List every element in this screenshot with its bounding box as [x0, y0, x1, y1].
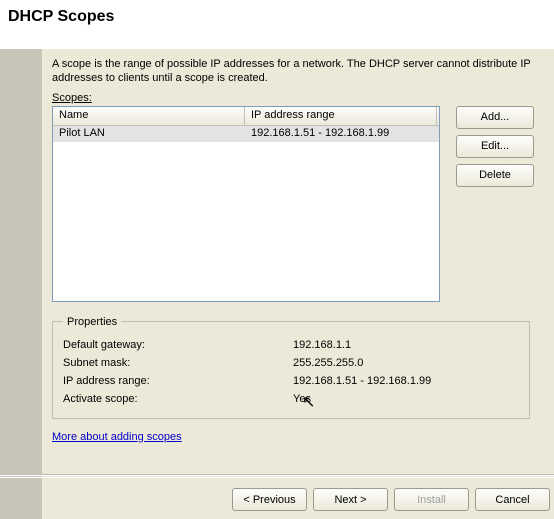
prop-label-gateway: Default gateway: [63, 336, 293, 354]
prop-value-gateway: 192.168.1.1 [293, 336, 351, 354]
prop-row-range: IP address range: 192.168.1.51 - 192.168… [63, 372, 519, 390]
page-title: DHCP Scopes [0, 0, 554, 26]
cell-range: 192.168.1.51 - 192.168.1.99 [245, 126, 437, 142]
properties-legend: Properties [63, 316, 121, 328]
wizard-divider [0, 474, 554, 475]
cancel-button[interactable]: Cancel [475, 488, 550, 511]
prop-label-mask: Subnet mask: [63, 354, 293, 372]
prop-value-range: 192.168.1.51 - 192.168.1.99 [293, 372, 431, 390]
scopes-area: Name IP address range Pilot LAN 192.168.… [52, 106, 554, 302]
prop-label-activate: Activate scope: [63, 390, 293, 408]
prop-row-mask: Subnet mask: 255.255.255.0 [63, 354, 519, 372]
more-about-link[interactable]: More about adding scopes [52, 431, 182, 443]
prop-row-gateway: Default gateway: 192.168.1.1 [63, 336, 519, 354]
prop-value-activate: Yes [293, 390, 311, 408]
wizard-buttons: < Previous Next > Install Cancel [0, 477, 554, 511]
wizard-body: A scope is the range of possible IP addr… [0, 48, 554, 519]
column-header-range[interactable]: IP address range [245, 107, 437, 125]
intro-text: A scope is the range of possible IP addr… [52, 57, 554, 86]
side-buttons: Add... Edit... Delete [456, 106, 534, 187]
edit-button[interactable]: Edit... [456, 135, 534, 158]
cell-name: Pilot LAN [53, 126, 245, 142]
listview-header: Name IP address range [53, 107, 439, 126]
left-strip [0, 49, 42, 519]
column-header-name[interactable]: Name [53, 107, 245, 125]
previous-button[interactable]: < Previous [232, 488, 307, 511]
scopes-label: Scopes: [52, 92, 92, 104]
properties-group: Properties Default gateway: 192.168.1.1 … [52, 316, 530, 419]
prop-row-activate: Activate scope: Yes [63, 390, 519, 408]
table-row[interactable]: Pilot LAN 192.168.1.51 - 192.168.1.99 [53, 126, 439, 142]
prop-value-mask: 255.255.255.0 [293, 354, 363, 372]
content-area: A scope is the range of possible IP addr… [52, 57, 554, 519]
add-button[interactable]: Add... [456, 106, 534, 129]
scopes-listview[interactable]: Name IP address range Pilot LAN 192.168.… [52, 106, 440, 302]
install-button: Install [394, 488, 469, 511]
prop-label-range: IP address range: [63, 372, 293, 390]
next-button[interactable]: Next > [313, 488, 388, 511]
delete-button[interactable]: Delete [456, 164, 534, 187]
